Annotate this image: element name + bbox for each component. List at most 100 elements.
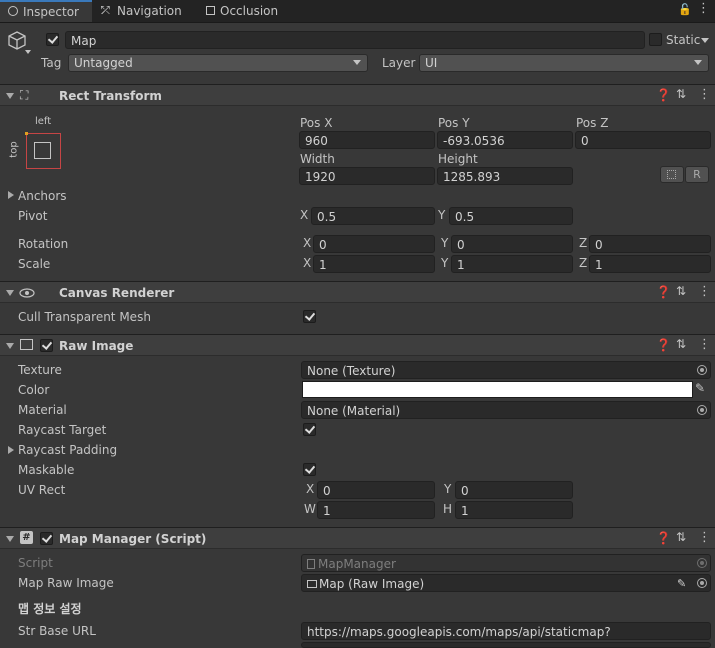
icon-dropdown-arrow[interactable] [25,50,31,54]
rotation-label: Rotation [18,237,69,251]
height-input[interactable]: 1285.893 [437,167,573,185]
map-raw-image-field[interactable]: Map (Raw Image) ✎ [301,574,711,592]
active-checkbox[interactable] [46,33,59,46]
foldout-arrow-icon[interactable] [6,536,14,542]
height-label: Height [438,152,478,166]
width-label: Width [300,152,335,166]
preset-icon[interactable]: ⇅ [676,87,686,101]
uv-w-input[interactable]: 1 [317,501,435,519]
object-picker-icon[interactable] [697,578,707,588]
anchor-h-label: left [35,116,52,127]
tag-label: Tag [41,56,62,70]
pivot-y-letter: Y [438,208,446,222]
color-label: Color [18,383,50,397]
rotation-z-input[interactable]: 0 [589,235,711,253]
rotation-x-input[interactable]: 0 [313,235,435,253]
raycast-padding-foldout-icon[interactable] [8,446,14,454]
component-title: Canvas Renderer [59,286,175,300]
raw-image-header[interactable]: Raw Image ❓ ⇅ ⋮ [0,334,715,356]
anchors-label[interactable]: Anchors [18,188,67,204]
script-label: Script [18,556,53,570]
component-menu-icon[interactable]: ⋮ [698,337,711,352]
material-field[interactable]: None (Material) [301,401,711,419]
map-manager-header[interactable]: # Map Manager (Script) ❓ ⇅ ⋮ [0,527,715,549]
scale-y-input[interactable]: 1 [451,255,573,273]
texture-field[interactable]: None (Texture) [301,361,711,379]
anchor-v-label: top [8,141,20,158]
object-picker-icon [697,558,707,568]
help-icon[interactable]: ❓ [656,531,671,545]
map-manager-enabled-checkbox[interactable] [40,532,53,545]
cull-transparent-mesh-label: Cull Transparent Mesh [18,310,151,324]
anchor-presets-button[interactable] [25,132,61,169]
maskable-label: Maskable [18,463,75,477]
edit-pencil-icon[interactable]: ✎ [677,575,686,591]
tab-navigation[interactable]: ⤱ Navigation [98,0,198,22]
uv-x-input[interactable]: 0 [317,481,435,499]
raw-image-enabled-checkbox[interactable] [40,339,53,352]
tab-occlusion[interactable]: Occlusion [203,0,303,22]
texture-label: Texture [18,363,62,377]
object-picker-icon[interactable] [697,365,707,375]
maskable-checkbox[interactable] [303,463,316,476]
anchors-foldout-icon[interactable] [8,191,14,199]
object-picker-icon[interactable] [697,405,707,415]
foldout-arrow-icon[interactable] [6,290,14,296]
static-dropdown-arrow[interactable] [701,38,709,43]
pos-z-input[interactable]: 0 [575,131,711,149]
layer-dropdown[interactable]: UI [419,54,709,72]
pos-y-input[interactable]: -693.0536 [437,131,573,149]
layer-label: Layer [382,56,416,70]
next-field-partial[interactable] [301,642,711,648]
static-checkbox[interactable] [649,33,662,46]
help-icon[interactable]: ❓ [656,338,671,352]
uv-h-input[interactable]: 1 [455,501,573,519]
static-label[interactable]: Static [666,32,700,48]
eyedropper-icon[interactable]: ✎ [695,381,705,395]
tab-inspector[interactable]: Inspector [0,0,92,22]
rotation-y-input[interactable]: 0 [451,235,573,253]
tab-bar: Inspector ⤱ Navigation Occlusion 🔓 ⋮ [0,0,715,23]
info-icon [8,6,18,16]
preset-icon[interactable]: ⇅ [676,337,686,351]
uv-y-input[interactable]: 0 [455,481,573,499]
help-icon[interactable]: ❓ [656,285,671,299]
raycast-target-checkbox[interactable] [303,423,316,436]
image-icon [307,580,317,588]
component-menu-icon[interactable]: ⋮ [698,284,711,299]
preset-icon[interactable]: ⇅ [676,284,686,298]
component-menu-icon[interactable]: ⋮ [698,530,711,545]
blueprint-mode-button[interactable] [660,166,684,183]
foldout-arrow-icon[interactable] [6,343,14,349]
raw-edit-button[interactable]: R [685,166,709,183]
tag-dropdown[interactable]: Untagged [68,54,368,72]
scale-x-input[interactable]: 1 [313,255,435,273]
help-icon[interactable]: ❓ [656,88,671,102]
raycast-padding-label[interactable]: Raycast Padding [18,442,117,458]
scale-z-input[interactable]: 1 [589,255,711,273]
cull-transparent-mesh-checkbox[interactable] [303,310,316,323]
canvas-renderer-header[interactable]: Canvas Renderer ❓ ⇅ ⋮ [0,281,715,303]
object-name-input[interactable]: Map [65,31,645,49]
width-input[interactable]: 1920 [299,167,435,185]
str-base-url-input[interactable]: https://maps.googleapis.com/maps/api/sta… [301,622,711,640]
more-menu-icon[interactable]: ⋮ [697,1,710,16]
pivot-y-input[interactable]: 0.5 [449,207,573,225]
navigation-icon: ⤱ [101,4,110,17]
foldout-arrow-icon[interactable] [6,93,14,99]
lock-icon[interactable]: 🔓 [678,3,692,16]
script-field: MapManager [301,554,711,572]
preset-icon[interactable]: ⇅ [676,530,686,544]
pos-x-label: Pos X [300,116,333,130]
pivot-x-input[interactable]: 0.5 [311,207,435,225]
component-title: Raw Image [59,339,134,353]
color-swatch[interactable] [302,381,693,398]
rect-transform-icon: ⛶ [20,88,29,102]
component-menu-icon[interactable]: ⋮ [698,87,711,102]
pos-y-label: Pos Y [438,116,470,130]
pos-x-input[interactable]: 960 [299,131,435,149]
rect-transform-header[interactable]: ⛶ Rect Transform ❓ ⇅ ⋮ [0,84,715,106]
image-icon [20,339,33,350]
gameobject-cube-icon[interactable] [6,30,28,52]
uv-h-letter: H [443,502,453,516]
